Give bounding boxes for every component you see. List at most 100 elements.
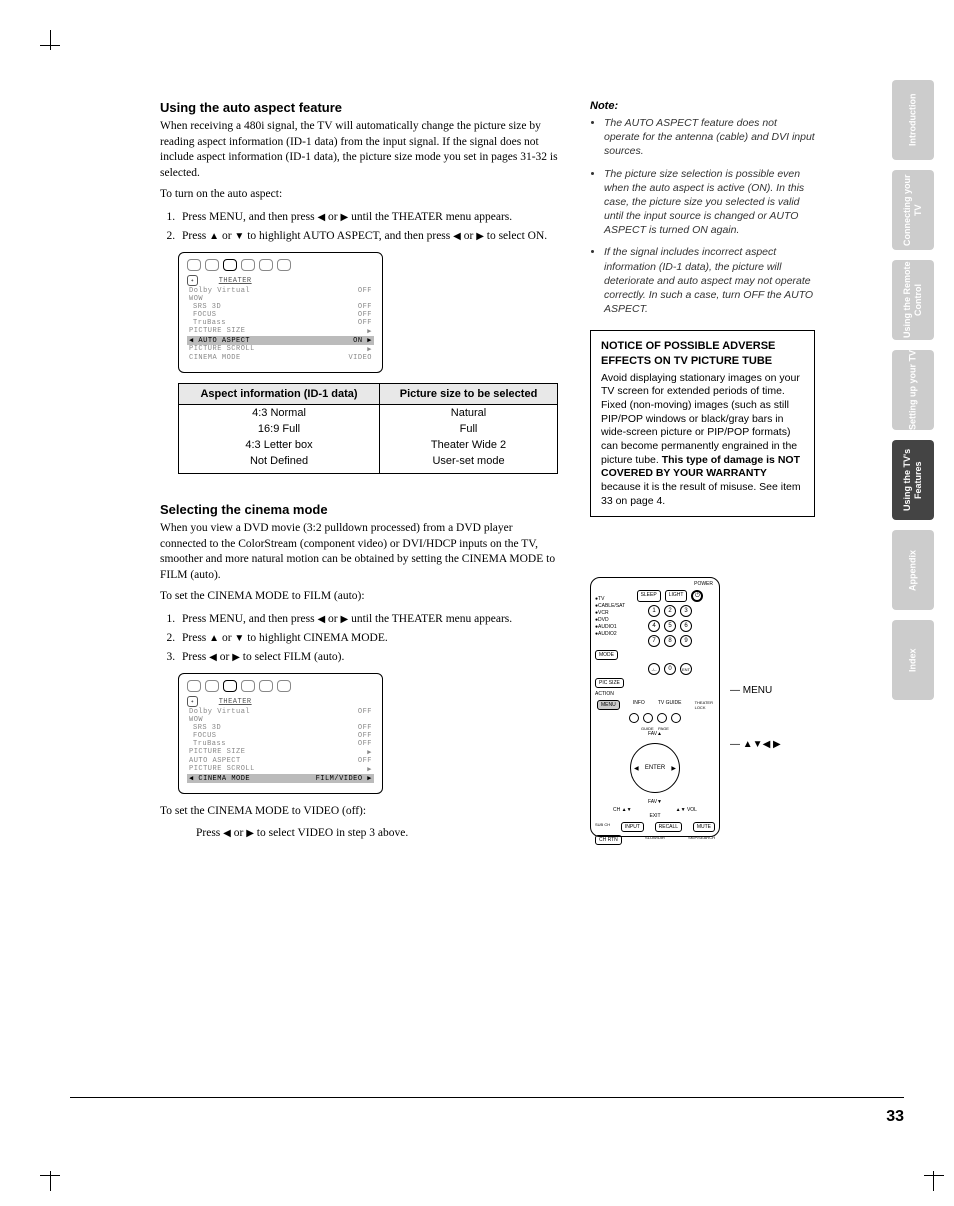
- right-arrow-icon: ▶: [476, 231, 484, 242]
- osd-row: PICTURE SCROLL▶: [187, 345, 374, 354]
- menu-button: MENU: [597, 700, 620, 710]
- light-button: LIGHT: [665, 590, 688, 602]
- left-arrow-icon: ◀: [223, 828, 231, 839]
- section1-step1: Press MENU, and then press ◀ or ▶ until …: [178, 209, 560, 225]
- left-arrow-icon: ◀: [317, 212, 325, 223]
- mode-button: MODE: [595, 650, 618, 660]
- power-label: POWER: [591, 578, 719, 587]
- enter-label: ENTER: [645, 765, 665, 771]
- ch-label: CH ▲▼: [613, 807, 632, 813]
- note-item: If the signal includes incorrect aspect …: [604, 245, 815, 316]
- osd-row: Dolby VirtualOFF: [187, 708, 374, 716]
- notice-title: NOTICE OF POSSIBLE ADVERSE EFFECTS ON TV…: [601, 339, 804, 368]
- subch-label: SUB CH: [595, 822, 610, 832]
- section2-step1: Press MENU, and then press ◀ or ▶ until …: [178, 611, 560, 627]
- table-row: 4:3 Letter boxTheater Wide 2: [179, 437, 558, 453]
- note-item: The AUTO ASPECT feature does not operate…: [604, 116, 815, 159]
- osd-tab-icon: [277, 680, 291, 692]
- osd-theater-auto-aspect: ✦ THEATER Dolby VirtualOFFWOWSRS 3DOFFFO…: [178, 252, 383, 373]
- tab-connecting[interactable]: Connecting your TV: [892, 170, 934, 250]
- action-btn: [657, 713, 667, 723]
- note-item: The picture size selection is possible e…: [604, 167, 815, 238]
- down-arrow-icon: ▼: [234, 633, 244, 644]
- section1-heading: Using the auto aspect feature: [160, 100, 560, 115]
- up-arrow-icon: ▲: [209, 231, 219, 242]
- tvguide-label: TV GUIDE: [658, 700, 682, 710]
- osd-row: PICTURE SCROLL▶: [187, 765, 374, 774]
- osd-row: Dolby VirtualOFF: [187, 287, 374, 295]
- left-arrow-icon: ◀: [453, 231, 461, 242]
- remote-control-diagram: POWER ●TV ●CABLE/SAT ●VCR ●DVD ●AUDIO1 ●…: [590, 577, 720, 837]
- section2-p1: When you view a DVD movie (3:2 pulldown …: [160, 521, 560, 583]
- osd-row: TruBassOFF: [187, 740, 374, 748]
- remote-mode-labels: ●TV ●CABLE/SAT ●VCR ●DVD ●AUDIO1 ●AUDIO2: [595, 596, 625, 638]
- vol-label: ▲▼ VOL: [676, 807, 697, 813]
- tab-setup[interactable]: Setting up your TV: [892, 350, 934, 430]
- section1-step2: Press ▲ or ▼ to highlight AUTO ASPECT, a…: [178, 228, 560, 244]
- num-8: 8: [664, 635, 676, 647]
- dpad-right-icon: ▶: [671, 765, 676, 772]
- osd-title: THEATER: [219, 277, 252, 285]
- num-4: 4: [648, 620, 660, 632]
- tab-features[interactable]: Using the TV's Features: [892, 440, 934, 520]
- osd-tab-icon: [259, 259, 273, 271]
- osd-tab-icon: [187, 680, 201, 692]
- footer-rule: [70, 1097, 904, 1098]
- osd-tab-icon: [187, 259, 201, 271]
- osd-tab-icon: [259, 680, 273, 692]
- section1-steps: Press MENU, and then press ◀ or ▶ until …: [178, 209, 560, 244]
- osd-row: ◀ AUTO ASPECTON ▶: [187, 336, 374, 345]
- num-7: 7: [648, 635, 660, 647]
- notice-body-end: because it is the result of misuse. See …: [601, 481, 801, 507]
- fav-down-label: FAV▼: [591, 799, 719, 805]
- section2-p4: Press ◀ or ▶ to select VIDEO in step 3 a…: [196, 826, 560, 842]
- theater-mask-icon: ✦: [187, 696, 198, 707]
- info-label: INFO: [633, 700, 645, 710]
- tab-appendix[interactable]: Appendix: [892, 530, 934, 610]
- action-btn: [629, 713, 639, 723]
- osd-row: WOW: [187, 295, 374, 303]
- num-0: 0: [664, 663, 676, 675]
- osd-theater-cinema-mode: ✦ THEATER Dolby VirtualOFFWOWSRS 3DOFFFO…: [178, 673, 383, 794]
- osd-row: SRS 3DOFF: [187, 303, 374, 311]
- up-arrow-icon: ▲: [209, 633, 219, 644]
- num-9: 9: [680, 635, 692, 647]
- menu-callout: — MENU: [730, 685, 772, 696]
- section2-step2: Press ▲ or ▼ to highlight CINEMA MODE.: [178, 630, 560, 646]
- section1-p1: When receiving a 480i signal, the TV wil…: [160, 119, 560, 181]
- exit-label: EXIT: [591, 813, 719, 819]
- notice-body: Avoid displaying stationary images on yo…: [601, 372, 800, 466]
- num-5: 5: [664, 620, 676, 632]
- power-button: ⏻: [691, 590, 703, 602]
- sleep-button: SLEEP: [637, 590, 661, 602]
- osd-row: ◀ CINEMA MODEFILM/VIDEO ▶: [187, 774, 374, 783]
- section2-p2: To set the CINEMA MODE to FILM (auto):: [160, 589, 560, 605]
- input-button: INPUT: [621, 822, 644, 832]
- page-number: 33: [886, 1108, 904, 1126]
- osd-row: FOCUSOFF: [187, 311, 374, 319]
- osd-row: WOW: [187, 716, 374, 724]
- num-1: 1: [648, 605, 660, 617]
- tab-index[interactable]: Index: [892, 620, 934, 700]
- fav-up-label: FAV▲: [591, 731, 719, 737]
- mute-button: MUTE: [693, 822, 715, 832]
- theater-lock-label: THEATERLOCK: [695, 700, 713, 710]
- section2-p3: To set the CINEMA MODE to VIDEO (off):: [160, 804, 560, 820]
- left-arrow-icon: ◀: [209, 652, 217, 663]
- osd-tab-icon: [241, 680, 255, 692]
- num-6: 6: [680, 620, 692, 632]
- tab-introduction[interactable]: Introduction: [892, 80, 934, 160]
- theater-mask-icon: ✦: [187, 275, 198, 286]
- arrows-callout: — ▲▼◀ ▶: [730, 739, 781, 750]
- action-btn: [643, 713, 653, 723]
- section2-steps: Press MENU, and then press ◀ or ▶ until …: [178, 611, 560, 665]
- tab-remote[interactable]: Using the Remote Control: [892, 260, 934, 340]
- osd-tab-theater-icon: [223, 259, 237, 271]
- recall-button: RECALL: [655, 822, 682, 832]
- osd-tab-icon: [205, 259, 219, 271]
- ent-button: ENT: [680, 663, 692, 675]
- osd-row: PICTURE SIZE▶: [187, 327, 374, 336]
- right-arrow-icon: ▶: [232, 652, 240, 663]
- picsize-button: PIC SIZE: [595, 678, 624, 688]
- section2-heading: Selecting the cinema mode: [160, 502, 560, 517]
